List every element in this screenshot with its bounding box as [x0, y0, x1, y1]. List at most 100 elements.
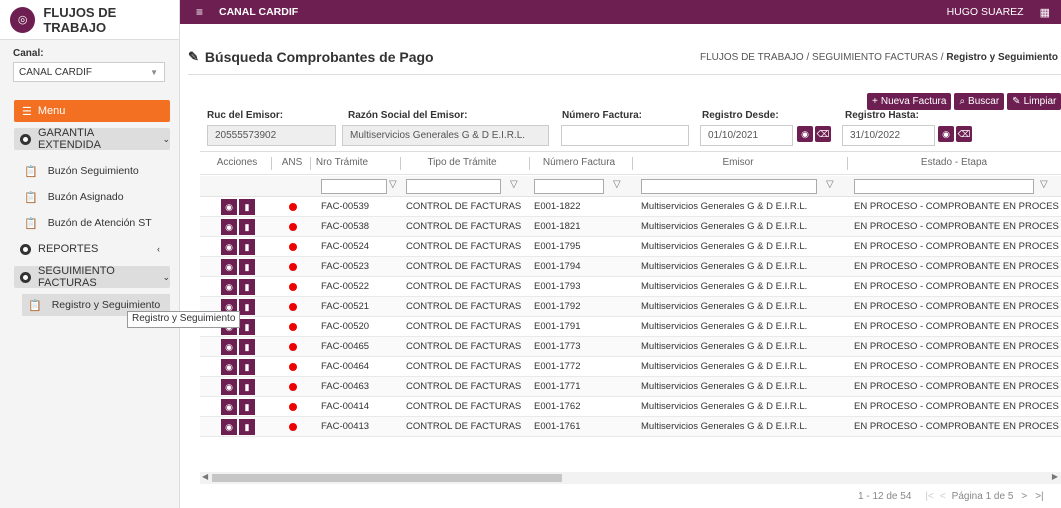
breadcrumb-path[interactable]: FLUJOS DE TRABAJO / SEGUIMIENTO FACTURAS… [700, 52, 946, 63]
filter-input[interactable] [641, 179, 817, 194]
filter-input[interactable] [854, 179, 1034, 194]
view-eye-icon[interactable]: ◉ [221, 419, 237, 435]
topbar-canal: CANAL CARDIF [219, 6, 299, 18]
razon-label: Razón Social del Emisor: [348, 110, 468, 121]
table-row[interactable]: ◉ ▮ FAC-00464 CONTROL DE FACTURAS E001-1772 M… [200, 357, 1061, 377]
canal-select[interactable]: CANAL CARDIF ▼ [13, 62, 165, 82]
scroll-right-icon[interactable]: ▶ [1052, 472, 1058, 481]
hasta-field[interactable]: 31/10/2022 [842, 125, 935, 146]
filter-icon[interactable]: ▽ [826, 179, 834, 190]
table-cell: FAC-00523 [321, 261, 370, 272]
menu-button[interactable]: ☰ Menu [14, 100, 170, 122]
document-icon[interactable]: ▮ [239, 299, 255, 315]
ans-status-dot [289, 363, 297, 371]
column-header[interactable]: Nro Trámite [312, 157, 372, 168]
filter-icon[interactable]: ▽ [613, 179, 621, 190]
filter-input[interactable] [406, 179, 501, 194]
scrollbar-thumb[interactable] [212, 474, 562, 482]
view-eye-icon[interactable]: ◉ [221, 259, 237, 275]
table-cell: E001-1794 [534, 261, 581, 272]
filter-input[interactable] [534, 179, 604, 194]
table-row[interactable]: ◉ ▮ FAC-00522 CONTROL DE FACTURAS E001-1793 M… [200, 277, 1061, 297]
calendar-button[interactable]: ◉ [797, 126, 813, 142]
column-header[interactable]: Estado - Etapa [847, 157, 1061, 168]
document-icon[interactable]: ▮ [239, 379, 255, 395]
clear-button[interactable]: ✎ Limpiar [1007, 93, 1061, 110]
new-invoice-button[interactable]: + Nueva Factura [867, 93, 952, 110]
calendar-icon: ◉ [801, 128, 809, 139]
document-icon[interactable]: ▮ [239, 279, 255, 295]
grid-icon[interactable]: ▦ [1040, 6, 1050, 19]
razon-field[interactable]: Multiservicios Generales G & D E.I.R.L. [342, 125, 549, 146]
table-cell: Multiservicios Generales G & D E.I.R.L. [641, 221, 808, 232]
column-header[interactable]: Número Factura [529, 157, 629, 168]
view-eye-icon[interactable]: ◉ [221, 279, 237, 295]
table-cell: EN PROCESO - COMPROBANTE EN PROCESO DE .… [854, 421, 1059, 432]
workflow-icon: ◎ [10, 6, 36, 33]
clear-date-button[interactable]: ⌫ [956, 126, 972, 142]
document-icon[interactable]: ▮ [239, 239, 255, 255]
table-row[interactable]: ◉ ▮ FAC-00463 CONTROL DE FACTURAS E001-1771 M… [200, 377, 1061, 397]
document-icon[interactable]: ▮ [239, 399, 255, 415]
table-row[interactable]: ◉ ▮ FAC-00524 CONTROL DE FACTURAS E001-1795 M… [200, 237, 1061, 257]
view-eye-icon[interactable]: ◉ [221, 359, 237, 375]
table-row[interactable]: ◉ ▮ FAC-00539 CONTROL DE FACTURAS E001-1822 M… [200, 197, 1061, 217]
table-row[interactable]: ◉▮FAC-00520CONTROL DE FACTURASE001-1791M… [200, 317, 1061, 337]
document-icon[interactable]: ▮ [239, 259, 255, 275]
sidebar-item-buzon-asignado[interactable]: 📋 Buzón Asignado [24, 184, 179, 210]
horizontal-scrollbar[interactable]: ◀ ▶ [200, 472, 1061, 484]
view-eye-icon[interactable]: ◉ [221, 239, 237, 255]
nav-group-reportes[interactable]: REPORTES ‹ [14, 238, 170, 260]
page-header: ✎ Búsqueda Comprobantes de Pago FLUJOS D… [188, 46, 1061, 68]
edit-icon: ✎ [188, 49, 199, 64]
column-header[interactable]: ANS [272, 157, 312, 168]
view-eye-icon[interactable]: ◉ [221, 339, 237, 355]
table-row[interactable]: ◉ ▮ FAC-00413 CONTROL DE FACTURAS E001-1761 M… [200, 417, 1061, 437]
scroll-left-icon[interactable]: ◀ [202, 472, 208, 481]
sidebar-item-buzon-seguimiento[interactable]: 📋 Buzón Seguimiento [24, 158, 179, 184]
next-page-icon[interactable]: > [1021, 491, 1027, 502]
view-eye-icon[interactable]: ◉ [221, 379, 237, 395]
table-cell: CONTROL DE FACTURAS [406, 381, 522, 392]
view-eye-icon[interactable]: ◉ [221, 399, 237, 415]
document-icon[interactable]: ▮ [239, 319, 255, 335]
document-icon[interactable]: ▮ [239, 219, 255, 235]
filter-icon[interactable]: ▽ [1040, 179, 1048, 190]
table-row[interactable]: ◉ ▮ FAC-00465 CONTROL DE FACTURAS E001-1773 M… [200, 337, 1061, 357]
hamburger-icon[interactable]: ≡ [196, 5, 203, 19]
document-icon[interactable]: ▮ [239, 339, 255, 355]
user-name[interactable]: HUGO SUAREZ [947, 6, 1024, 18]
view-eye-icon[interactable]: ◉ [221, 199, 237, 215]
calendar-button[interactable]: ◉ [938, 126, 954, 142]
document-icon[interactable]: ▮ [239, 199, 255, 215]
search-button[interactable]: ⌕ Buscar [954, 93, 1005, 110]
table-row[interactable]: ◉ ▮ FAC-00523 CONTROL DE FACTURAS E001-1794 M… [200, 257, 1061, 277]
table-cell: CONTROL DE FACTURAS [406, 221, 522, 232]
document-icon[interactable]: ▮ [239, 419, 255, 435]
column-header[interactable]: Acciones [212, 157, 262, 168]
prev-page-icon[interactable]: < [940, 491, 946, 502]
first-page-icon[interactable]: |< [925, 491, 933, 502]
circle-icon [20, 271, 31, 283]
factura-field[interactable] [561, 125, 689, 146]
column-header[interactable]: Tipo de Trámite [400, 157, 524, 168]
brand-title: FLUJOS DE TRABAJO [43, 4, 117, 35]
ans-status-dot [289, 323, 297, 331]
nav-group-garantia[interactable]: GARANTIA EXTENDIDA ⌄ [14, 127, 170, 151]
sidebar-item-buzon-atencion[interactable]: 📋 Buzón de Atención ST [24, 210, 179, 236]
view-eye-icon[interactable]: ◉ [221, 219, 237, 235]
nav-group-seguimiento[interactable]: SEGUIMIENTO FACTURAS ⌄ [14, 265, 170, 289]
filter-icon[interactable]: ▽ [389, 179, 397, 190]
table-row[interactable]: ◉ ▮ FAC-00538 CONTROL DE FACTURAS E001-1821 M… [200, 217, 1061, 237]
table-row[interactable]: ◉ ▮ FAC-00414 CONTROL DE FACTURAS E001-1762 M… [200, 397, 1061, 417]
document-icon[interactable]: ▮ [239, 359, 255, 375]
last-page-icon[interactable]: >| [1035, 491, 1043, 502]
column-header[interactable]: Emisor [632, 157, 844, 168]
ruc-field[interactable]: 20555573902 [207, 125, 336, 146]
search-label: Buscar [968, 96, 1000, 107]
desde-field[interactable]: 01/10/2021 [700, 125, 793, 146]
filter-icon[interactable]: ▽ [510, 179, 518, 190]
clear-date-button[interactable]: ⌫ [815, 126, 831, 142]
filter-input[interactable] [321, 179, 387, 194]
table-row[interactable]: ◉ ▮ FAC-00521 CONTROL DE FACTURAS E001-1792 M… [200, 297, 1061, 317]
